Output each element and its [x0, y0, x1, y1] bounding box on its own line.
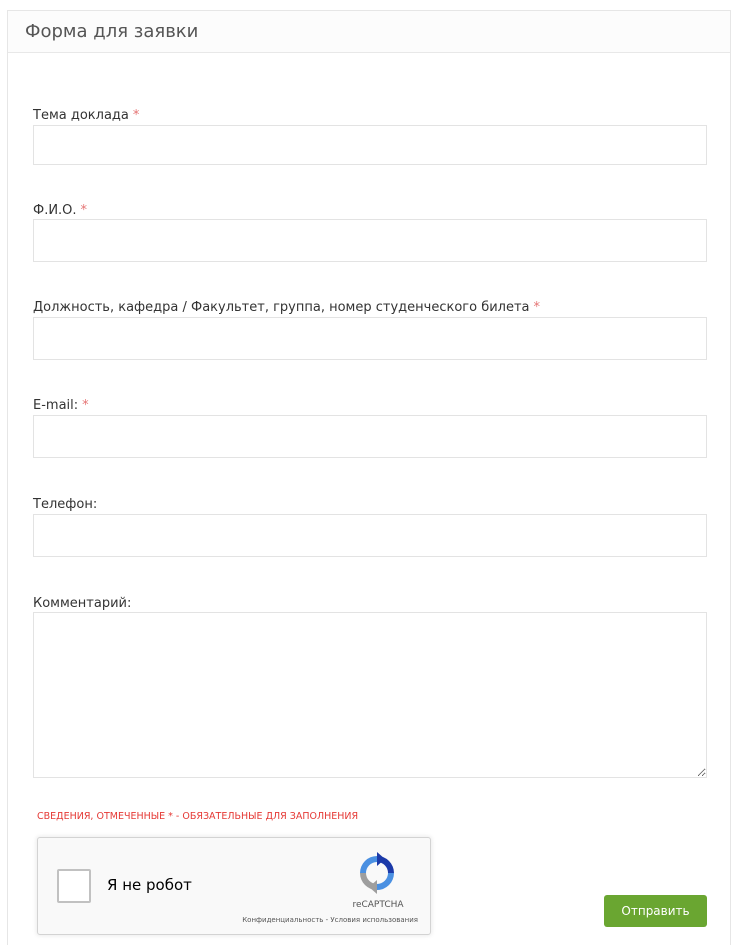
recaptcha-checkbox[interactable] — [57, 869, 91, 903]
topic-label: Тема доклада * — [33, 108, 139, 123]
fullname-label: Ф.И.О. * — [33, 203, 87, 218]
recaptcha-links: Конфиденциальность - Условия использован… — [168, 916, 418, 924]
topic-label-text: Тема доклада — [33, 108, 129, 123]
form-title: Форма для заявки — [25, 21, 199, 42]
phone-label: Телефон: — [33, 497, 97, 512]
email-input[interactable] — [33, 415, 707, 458]
recaptcha-logo-icon — [360, 852, 394, 894]
recaptcha-widget: Я не робот reCAPTCHA Конфиденциальность … — [37, 837, 431, 935]
email-label: E-mail: * — [33, 398, 89, 413]
required-asterisk: * — [533, 300, 541, 315]
recaptcha-brand: reCAPTCHA — [352, 900, 404, 910]
required-asterisk: * — [132, 108, 140, 123]
required-asterisk: * — [80, 203, 88, 218]
email-label-text: E-mail: — [33, 398, 79, 413]
recaptcha-label: Я не робот — [107, 876, 192, 894]
comment-textarea[interactable] — [33, 612, 707, 778]
submit-button[interactable]: Отправить — [604, 895, 707, 927]
phone-input[interactable] — [33, 514, 707, 557]
required-notice: Сведения, отмеченные * - обязательные дл… — [37, 811, 359, 822]
position-label-text: Должность, кафедра / Факультет, группа, … — [33, 300, 530, 315]
privacy-link[interactable]: Конфиденциальность — [242, 916, 323, 924]
comment-label-text: Комментарий: — [33, 596, 132, 611]
fullname-label-text: Ф.И.О. — [33, 203, 77, 218]
position-label: Должность, кафедра / Факультет, группа, … — [33, 300, 540, 315]
panel-header: Форма для заявки — [8, 11, 730, 53]
topic-input[interactable] — [33, 125, 707, 165]
position-input[interactable] — [33, 317, 707, 360]
required-asterisk: * — [82, 398, 89, 413]
comment-label: Комментарий: — [33, 596, 131, 611]
phone-label-text: Телефон: — [33, 497, 98, 512]
terms-link[interactable]: Условия использования — [330, 916, 418, 924]
fullname-input[interactable] — [33, 219, 707, 262]
